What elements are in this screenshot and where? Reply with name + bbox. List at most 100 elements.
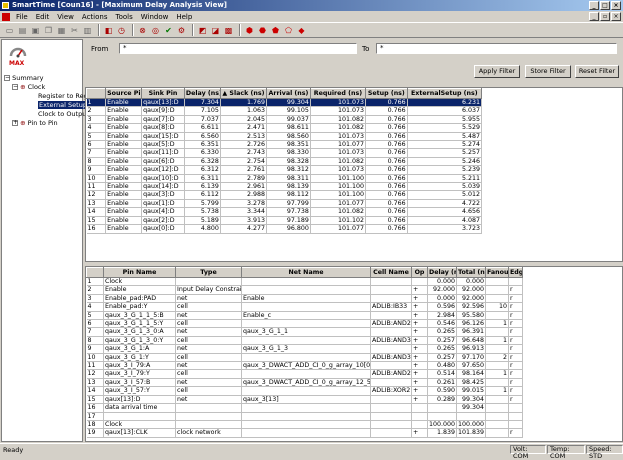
menu-window[interactable]: Window xyxy=(137,13,173,21)
print-icon[interactable]: ▥ xyxy=(82,25,93,36)
detail-table-row[interactable]: 16 data arrival time 99.304 xyxy=(86,403,523,413)
max-icon[interactable]: ⬟ xyxy=(270,25,281,36)
paths-table-row[interactable]: 7 Enable qaux[11]:D 6.330 2.743 98.330 101.073… xyxy=(86,148,483,158)
paths-table-column-header[interactable]: ▲ Slack (ns) xyxy=(219,88,268,99)
paths-table-column-header[interactable]: Arrival (ns) xyxy=(266,88,311,99)
paths-table-row[interactable]: 1 Enable qaux[13]:D 7.304 1.769 99.304 101.073… xyxy=(86,98,483,108)
detail-table-column-header[interactable]: Type xyxy=(175,267,242,278)
collapse-icon[interactable]: − xyxy=(4,75,10,81)
info-icon[interactable]: ◆ xyxy=(296,25,307,36)
menu-tools[interactable]: Tools xyxy=(111,13,136,21)
paths-table-row[interactable]: 2 Enable qaux[9]:D 7.105 1.063 99.105 101.073 0… xyxy=(86,106,483,116)
paths-table-row[interactable]: 13 Enable qaux[1]:D 5.799 3.278 97.799 101.077… xyxy=(86,199,483,209)
clock-icon[interactable]: ◷ xyxy=(116,25,127,36)
paths-table-column-header[interactable]: Required (ns) xyxy=(309,88,367,99)
paths-table-row[interactable]: 10 Enable qaux[10]:D 6.311 2.789 98.311 101.10… xyxy=(86,174,483,184)
detail-table-row[interactable]: 13 qaux_3_I_57:B net qaux_3_DWACT_ADD_CI_0_… xyxy=(86,378,523,388)
menu-file[interactable]: File xyxy=(12,13,32,21)
to-input[interactable]: * xyxy=(376,43,617,54)
detail-table-row[interactable]: 5 qaux_3_G_1_1_5:B net Enable_c +2.984 95.580… xyxy=(86,311,523,321)
red-path-icon[interactable]: ⬢ xyxy=(244,25,255,36)
paths-table-column-header[interactable] xyxy=(86,88,107,99)
paths-table-column-header[interactable]: Source Pin xyxy=(105,88,143,99)
detail-table-column-header[interactable]: Edge xyxy=(508,267,523,278)
new-icon[interactable]: ▭ xyxy=(4,25,15,36)
tree-clock-to-output[interactable]: Clock to Output xyxy=(38,110,89,118)
detail-table-row[interactable]: 18 Clock 100.000 100.000 xyxy=(86,420,523,430)
paths-table-column-header[interactable]: Setup (ns) xyxy=(365,88,408,99)
ok-icon[interactable]: ✔ xyxy=(163,25,174,36)
analyze-icon[interactable]: ◎ xyxy=(150,25,161,36)
tree-clock[interactable]: − ⊕ Clock xyxy=(12,83,45,91)
paths-table-row[interactable]: 8 Enable qaux[6]:D 6.328 2.754 98.328 101.082 0… xyxy=(86,157,483,167)
detail-table-row[interactable]: 9 qaux_3_G_1:A net qaux_3_G_1_3 +0.265 96.913… xyxy=(86,344,523,354)
detail-table-column-header[interactable] xyxy=(86,267,104,278)
copy-icon[interactable]: ❐ xyxy=(43,25,54,36)
reset-filter-button[interactable]: Reset Filter xyxy=(575,65,619,78)
chip-icon[interactable]: ▩ xyxy=(223,25,234,36)
paths-table-row[interactable]: 5 Enable qaux[15]:D 6.560 2.513 98.560 101.073… xyxy=(86,132,483,142)
paths-table-row[interactable]: 16 Enable qaux[0]:D 4.800 4.277 96.800 101.077… xyxy=(86,224,483,234)
detail-table-row[interactable]: 10 qaux_3_G_1:Y cell ADLIB:AND3 +0.257 97.170… xyxy=(86,353,523,363)
paths-table-row[interactable]: 11 Enable qaux[14]:D 6.139 2.961 98.139 101.10… xyxy=(86,182,483,192)
detail-table-row[interactable]: 11 qaux_3_I_79:A net qaux_3_DWACT_ADD_CI_0_… xyxy=(86,361,523,371)
detail-table-row[interactable]: 4 Enable_pad:Y cell ADLIB:IB33 +0.596 92.596 1… xyxy=(86,302,523,312)
detail-table-column-header[interactable]: Fanout xyxy=(485,267,509,278)
paths-table-column-header[interactable]: Delay (ns) xyxy=(183,88,221,99)
detail-table-row[interactable]: 3 Enable_pad:PAD net Enable +0.000 92.000 r xyxy=(86,294,523,304)
document-icon[interactable] xyxy=(2,12,10,21)
setup-icon[interactable]: ◪ xyxy=(210,25,221,36)
delay-icon[interactable]: ◩ xyxy=(197,25,208,36)
save-icon[interactable]: ▣ xyxy=(30,25,41,36)
detail-table-row[interactable]: 17 xyxy=(86,412,523,421)
menu-view[interactable]: View xyxy=(53,13,78,21)
detail-table-row[interactable]: 1 Clock 0.000 0.000 xyxy=(86,277,523,287)
tree-register-to-register[interactable]: Register to Regi xyxy=(38,92,90,100)
mdi-minimize-button[interactable]: _ xyxy=(589,12,599,21)
detail-table-column-header[interactable]: Cell Name xyxy=(370,267,412,278)
detail-table-column-header[interactable]: Pin Name xyxy=(103,267,176,278)
paths-table-column-header[interactable]: ExternalSetup (ns) xyxy=(406,88,483,99)
paste-icon[interactable]: ▦ xyxy=(56,25,67,36)
detail-table-column-header[interactable]: Total (ns) xyxy=(456,267,486,278)
apply-filter-button[interactable]: Apply Filter xyxy=(474,65,520,78)
detail-table-row[interactable]: 14 qaux_3_I_57:Y cell ADLIB:XOR2 +0.590 99.01… xyxy=(86,386,523,396)
tree-pin-to-pin[interactable]: + ⊕ Pin to Pin xyxy=(12,119,58,127)
paths-table-row[interactable]: 14 Enable qaux[4]:D 5.738 3.344 97.738 101.082… xyxy=(86,207,483,217)
mdi-close-button[interactable]: × xyxy=(611,12,621,21)
constraint-icon[interactable]: ⊗ xyxy=(137,25,148,36)
path-icon[interactable]: ⚙ xyxy=(176,25,187,36)
paths-table-row[interactable]: 3 Enable qaux[7]:D 7.037 2.045 99.037 101.082 0… xyxy=(86,115,483,125)
expand-icon[interactable]: + xyxy=(12,120,18,126)
detail-table-row[interactable]: 6 qaux_3_G_1_1_5:Y cell ADLIB:AND2 +0.546 96.… xyxy=(86,319,523,329)
from-input[interactable]: * xyxy=(119,43,357,54)
detail-table-row[interactable]: 7 qaux_3_G_1_3_0:A net qaux_3_G_1_1 +0.265 96… xyxy=(86,327,523,337)
red-clock-icon[interactable]: ⬣ xyxy=(257,25,268,36)
detail-table-column-header[interactable]: Delay (ns) xyxy=(427,267,457,278)
tree-summary[interactable]: − Summary xyxy=(4,74,44,82)
paths-table-column-header[interactable]: Sink Pin xyxy=(141,88,185,99)
collapse-icon[interactable]: − xyxy=(12,84,18,90)
detail-table-row[interactable]: 15 qaux[13]:D net qaux_3[13] +0.289 99.304 r xyxy=(86,395,523,405)
paths-table-row[interactable]: 4 Enable qaux[8]:D 6.611 2.471 98.611 101.082 0… xyxy=(86,123,483,133)
store-filter-button[interactable]: Store Filter xyxy=(525,65,571,78)
menu-edit[interactable]: Edit xyxy=(32,13,54,21)
menu-help[interactable]: Help xyxy=(172,13,196,21)
detail-table-column-header[interactable]: Net Name xyxy=(241,267,371,278)
paths-table-row[interactable]: 9 Enable qaux[12]:D 6.312 2.761 98.312 101.073… xyxy=(86,165,483,175)
timing-icon[interactable]: ◧ xyxy=(103,25,114,36)
detail-table-column-header[interactable]: Op xyxy=(411,267,428,278)
menu-actions[interactable]: Actions xyxy=(78,13,112,21)
open-icon[interactable]: ▤ xyxy=(17,25,28,36)
tree-external-setup[interactable]: External Setup xyxy=(38,101,88,109)
minimize-button[interactable]: _ xyxy=(589,1,599,10)
detail-table-row[interactable]: 8 qaux_3_G_1_3_0:Y cell ADLIB:AND3 +0.257 96.… xyxy=(86,336,523,346)
paths-table-row[interactable]: 6 Enable qaux[5]:D 6.351 2.726 98.351 101.077 0… xyxy=(86,140,483,150)
paths-table-row[interactable]: 15 Enable qaux[2]:D 5.189 3.913 97.189 101.102… xyxy=(86,216,483,226)
cut-icon[interactable]: ✂ xyxy=(69,25,80,36)
mdi-restore-button[interactable]: ▫ xyxy=(600,12,610,21)
min-icon[interactable]: ⬠ xyxy=(283,25,294,36)
detail-table-row[interactable]: 12 qaux_3_I_79:Y cell ADLIB:AND2 +0.514 98.16… xyxy=(86,369,523,379)
paths-table-row[interactable]: 12 Enable qaux[3]:D 6.112 2.988 98.112 101.100… xyxy=(86,190,483,200)
detail-table-row[interactable]: 19 qaux[13]:CLK clock network +1.839 101.839… xyxy=(86,428,523,438)
